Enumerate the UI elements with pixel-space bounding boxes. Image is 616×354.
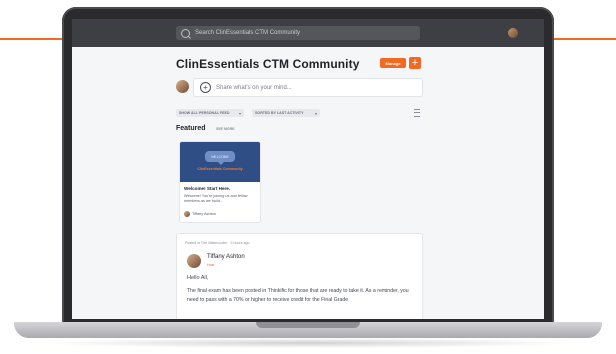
role-badge: Host (207, 263, 215, 267)
manage-button[interactable]: Manage (380, 58, 406, 68)
speech-bubble-icon: WELCOME (205, 151, 235, 165)
see-more-link[interactable]: SEE MORE (216, 127, 234, 131)
banner-text: ClinEssentials Community (197, 167, 243, 171)
sort-label: SORTED BY LAST ACTIVITY (255, 111, 304, 115)
list-view-icon[interactable] (414, 109, 420, 117)
composer-avatar (176, 80, 189, 93)
search-bar[interactable]: Search ClinEssentials CTM Community (176, 26, 420, 40)
search-input[interactable]: Search ClinEssentials CTM Community (195, 30, 300, 36)
laptop-screen: Search ClinEssentials CTM Community Clin… (72, 19, 544, 319)
card-title: Welcome! Start Here. (184, 186, 231, 191)
sort-dropdown[interactable]: SORTED BY LAST ACTIVITY ▾ (252, 109, 320, 117)
featured-post-card[interactable]: WELCOME ClinEssentials Community Welcome… (179, 141, 261, 223)
top-bar: Search ClinEssentials CTM Community (72, 19, 544, 47)
post-author[interactable]: Tiffany Ashton (207, 254, 245, 260)
chevron-down-icon: ▾ (238, 110, 241, 116)
post-meta: Posted in The Watercooler · 3 hours ago (185, 241, 250, 245)
card-author: Tiffany Ashton (192, 212, 216, 216)
user-avatar[interactable] (508, 28, 518, 38)
laptop-notch (256, 322, 360, 328)
avatar (184, 211, 190, 217)
search-icon (181, 28, 190, 38)
laptop-shadow (40, 338, 576, 348)
add-post-button[interactable]: + (409, 57, 421, 69)
post-composer[interactable]: + Share what's on your mind... (193, 78, 423, 97)
feed-filter-dropdown[interactable]: SHOW ALL PERSONAL FEED ▾ (176, 109, 244, 117)
card-excerpt: Welcome! You're joining us and fellow me… (184, 194, 248, 203)
post-greeting: Hello All, (187, 275, 209, 281)
avatar[interactable] (187, 254, 201, 268)
post-body: The final exam has been posted in Thinki… (187, 288, 409, 303)
feed-filter-label: SHOW ALL PERSONAL FEED (179, 111, 230, 115)
page-title: ClinEssentials CTM Community (176, 57, 360, 71)
card-banner: WELCOME ClinEssentials Community (180, 142, 260, 182)
composer-placeholder: Share what's on your mind... (216, 84, 292, 91)
feed-post: Posted in The Watercooler · 3 hours ago … (176, 233, 423, 319)
chevron-down-icon: ▾ (314, 110, 317, 116)
plus-icon: + (200, 82, 211, 93)
featured-heading: Featured (176, 125, 206, 132)
